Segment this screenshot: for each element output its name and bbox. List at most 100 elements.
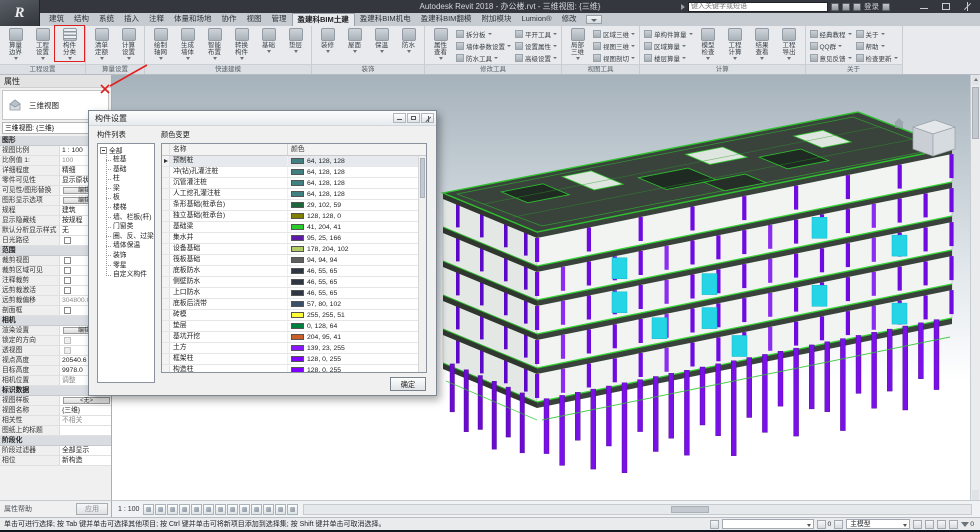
type-selector-dropdown[interactable]: 三维视图: {三维} bbox=[2, 122, 95, 134]
table-row[interactable]: 条形基础(桩承台)29, 102, 59 bbox=[162, 200, 426, 211]
view-cube[interactable] bbox=[913, 120, 955, 156]
table-row[interactable]: 土方139, 23, 255 bbox=[162, 343, 426, 354]
color-swatch[interactable] bbox=[291, 213, 304, 219]
visual-style-icon[interactable] bbox=[167, 504, 178, 515]
color-swatch[interactable] bbox=[291, 224, 304, 230]
ribbon-button[interactable]: 保温 bbox=[368, 27, 395, 53]
color-swatch[interactable] bbox=[291, 323, 304, 329]
tree-root[interactable]: 全部 bbox=[100, 145, 154, 155]
collapse-icon[interactable] bbox=[100, 147, 107, 154]
ribbon-button[interactable]: 垫层 bbox=[282, 27, 309, 53]
color-swatch[interactable] bbox=[291, 268, 304, 274]
view-scale-button[interactable]: 1 : 100 bbox=[118, 506, 139, 513]
ribbon-tab[interactable]: 建筑 bbox=[44, 13, 69, 26]
shadows-icon[interactable] bbox=[191, 504, 202, 515]
ok-button[interactable]: 确定 bbox=[390, 377, 426, 391]
search-input[interactable] bbox=[688, 2, 828, 12]
dialog-close-button[interactable] bbox=[421, 113, 434, 123]
table-row[interactable]: 设备基础178, 204, 102 bbox=[162, 244, 426, 255]
table-row[interactable]: 沉管灌注桩64, 128, 128 bbox=[162, 178, 426, 189]
show-crop-region-icon[interactable] bbox=[227, 504, 238, 515]
ribbon-button[interactable]: 属性 查看 bbox=[427, 27, 454, 60]
checkbox[interactable] bbox=[64, 267, 71, 274]
color-swatch[interactable] bbox=[291, 356, 304, 362]
dialog-minimize-button[interactable] bbox=[393, 113, 406, 123]
viewcube-home-icon[interactable] bbox=[894, 118, 904, 128]
revit-logo[interactable]: R bbox=[0, 0, 40, 26]
ribbon-button[interactable]: 关于 bbox=[856, 28, 898, 40]
ribbon-button[interactable]: 模型 检查 bbox=[695, 27, 722, 60]
ribbon-button[interactable]: 算量 边界 bbox=[2, 27, 29, 60]
table-row[interactable]: 筏板基础94, 94, 94 bbox=[162, 255, 426, 266]
table-scrollbar[interactable] bbox=[418, 156, 426, 372]
tree-item[interactable]: 梁 bbox=[103, 184, 154, 194]
tree-item[interactable]: 墙体保温 bbox=[103, 241, 154, 251]
ribbon-button[interactable]: 高级设置 bbox=[515, 52, 557, 64]
worksets-icon[interactable] bbox=[710, 520, 719, 529]
ribbon-tab[interactable]: 结构 bbox=[69, 13, 94, 26]
color-swatch[interactable] bbox=[291, 334, 304, 340]
reveal-hidden-elements-icon[interactable] bbox=[251, 504, 262, 515]
color-swatch[interactable] bbox=[291, 191, 304, 197]
ribbon-button[interactable]: 拆分板 bbox=[456, 28, 511, 40]
ribbon-button[interactable]: 绘制 轴网 bbox=[147, 27, 174, 60]
ribbon-tab[interactable]: 系统 bbox=[94, 13, 119, 26]
maximize-button[interactable] bbox=[936, 1, 956, 12]
ribbon-button[interactable]: 转换 构件 bbox=[228, 27, 255, 60]
table-row[interactable]: 独立基础(桩承台)128, 128, 0 bbox=[162, 211, 426, 222]
tree-item[interactable]: 门窗类 bbox=[103, 222, 154, 232]
property-value[interactable]: {三维} bbox=[60, 406, 111, 415]
color-swatch[interactable] bbox=[291, 235, 304, 241]
table-row[interactable]: 底板防水46, 55, 65 bbox=[162, 266, 426, 277]
search-icon[interactable] bbox=[831, 3, 839, 11]
color-swatch[interactable] bbox=[291, 180, 304, 186]
help-icon[interactable] bbox=[882, 3, 890, 11]
color-swatch[interactable] bbox=[291, 158, 304, 164]
color-swatch[interactable] bbox=[291, 279, 304, 285]
table-row[interactable]: 冲(钻)孔灌注桩64, 128, 128 bbox=[162, 167, 426, 178]
table-row[interactable]: 基坑开挖204, 95, 41 bbox=[162, 332, 426, 343]
ribbon-tab[interactable]: 盈建科BIM土建 bbox=[292, 13, 355, 26]
scroll-down-icon[interactable] bbox=[972, 490, 979, 500]
ribbon-button[interactable]: 检查更新 bbox=[856, 52, 898, 64]
favorites-icon[interactable] bbox=[853, 3, 861, 11]
vertical-scrollbar[interactable] bbox=[970, 75, 980, 500]
select-underlay-icon[interactable] bbox=[937, 520, 946, 529]
horizontal-scrollbar[interactable] bbox=[303, 504, 972, 515]
ribbon-button[interactable]: 构件 分类 bbox=[56, 27, 83, 60]
checkbox[interactable] bbox=[64, 287, 71, 294]
edit-button[interactable]: <无> bbox=[63, 397, 110, 404]
color-swatch[interactable] bbox=[291, 202, 304, 208]
design-options-icon[interactable] bbox=[834, 520, 843, 529]
ribbon-tab[interactable]: 协作 bbox=[217, 13, 242, 26]
table-row[interactable]: 构造柱128, 0, 255 bbox=[162, 365, 426, 373]
ribbon-button[interactable]: QQ群 bbox=[810, 40, 852, 52]
checkbox[interactable] bbox=[64, 277, 71, 284]
tree-item[interactable]: 圈、反、过梁 bbox=[103, 232, 154, 242]
table-row[interactable]: 基础梁41, 204, 41 bbox=[162, 222, 426, 233]
ribbon-button[interactable]: 防水工具 bbox=[456, 52, 511, 64]
worksharing-display-icon[interactable] bbox=[275, 504, 286, 515]
color-swatch[interactable] bbox=[291, 290, 304, 296]
property-value[interactable]: 不相关 bbox=[60, 416, 111, 425]
ribbon-button[interactable]: 工程 计算 bbox=[722, 27, 749, 60]
color-swatch[interactable] bbox=[291, 246, 304, 252]
ribbon-tab[interactable]: 体量和场地 bbox=[169, 13, 217, 26]
press-drag-icon[interactable] bbox=[925, 520, 934, 529]
checkbox[interactable] bbox=[64, 257, 71, 264]
sign-in-button[interactable]: 登录 bbox=[864, 1, 879, 12]
tree-item[interactable]: 基础 bbox=[103, 165, 154, 175]
ribbon-button[interactable]: 生成 墙体 bbox=[174, 27, 201, 60]
ribbon-tab[interactable]: 盈建科BIM翻模 bbox=[416, 13, 477, 26]
property-value[interactable]: 新构造 bbox=[60, 456, 111, 465]
tree-item[interactable]: 柱 bbox=[103, 174, 154, 184]
ribbon-button[interactable]: 基础 bbox=[255, 27, 282, 53]
dialog-maximize-button[interactable] bbox=[407, 113, 420, 123]
color-swatch[interactable] bbox=[291, 367, 304, 373]
ribbon-button[interactable]: 视图剖切 bbox=[593, 52, 635, 64]
ribbon-tab[interactable]: 注释 bbox=[144, 13, 169, 26]
scroll-up-icon[interactable] bbox=[972, 75, 979, 85]
ribbon-button[interactable]: 结果 查看 bbox=[749, 27, 776, 60]
tree-item[interactable]: 装饰 bbox=[103, 251, 154, 261]
property-value[interactable] bbox=[60, 426, 111, 435]
